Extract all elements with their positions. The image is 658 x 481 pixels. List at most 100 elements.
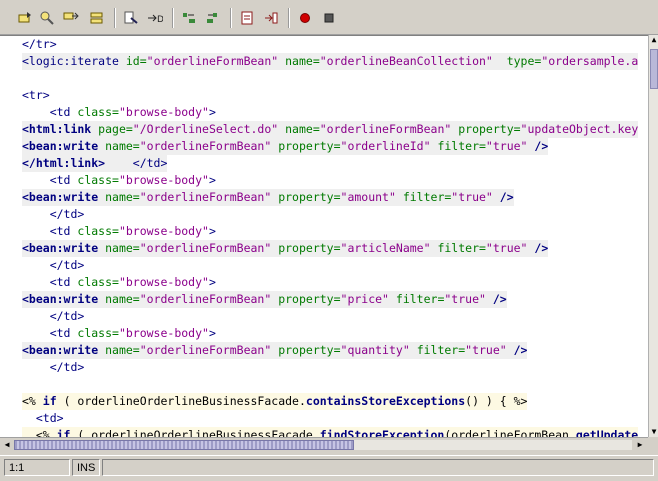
code-token: containsStoreExceptions (305, 394, 466, 408)
code-token: > (208, 105, 216, 119)
code-token: "orderlineFormBean" (139, 190, 279, 204)
code-line[interactable]: <td class="browse-body"> (22, 172, 216, 189)
code-line[interactable]: </html:link> </td> (22, 155, 168, 172)
shift-left-icon[interactable] (180, 9, 198, 27)
start-macro-icon[interactable] (238, 9, 256, 27)
code-line[interactable]: <tr> (22, 87, 50, 104)
code-token: "true" (485, 139, 535, 153)
code-token: "true" (465, 343, 514, 357)
scroll-up-icon[interactable]: ▲ (649, 35, 658, 45)
code-line[interactable]: <bean:write name="orderlineFormBean" pro… (22, 189, 514, 206)
code-line[interactable]: <bean:write name="orderlineFormBean" pro… (22, 291, 507, 308)
code-token: name= (105, 343, 140, 357)
record-icon[interactable] (296, 9, 314, 27)
vertical-scrollbar[interactable]: ▲ ▼ (648, 35, 658, 437)
code-line[interactable]: <bean:write name="orderlineFormBean" pro… (22, 342, 528, 359)
code-token: property= (278, 139, 341, 153)
code-line[interactable]: </td> (22, 257, 85, 274)
scroll-left-icon[interactable]: ◀ (1, 439, 13, 451)
code-token: </td> (22, 309, 85, 323)
code-token: "orderlineFormBean" (139, 241, 279, 255)
code-token: filter= (437, 139, 486, 153)
code-line[interactable]: <logic:iterate id="orderlineFormBean" na… (22, 53, 639, 70)
code-line[interactable]: <% if ( orderlineOrderlineBusinessFacade… (22, 393, 528, 410)
code-token: filter= (416, 343, 466, 357)
code-token: <td (22, 105, 78, 119)
code-line[interactable]: <td class="browse-body"> (22, 223, 216, 240)
code-token: "updateObject.key (520, 122, 639, 136)
code-line[interactable]: <html:link page="/OrderlineSelect.do" na… (22, 121, 639, 138)
svg-text:D: D (157, 15, 163, 25)
shift-right-icon[interactable] (204, 9, 222, 27)
scroll-down-icon[interactable]: ▼ (649, 427, 658, 437)
stop-macro-icon[interactable] (262, 9, 280, 27)
code-token: <td (22, 275, 78, 289)
code-line[interactable]: <td class="browse-body"> (22, 274, 216, 291)
code-line[interactable]: <td> (22, 410, 64, 427)
code-token: <td (22, 326, 78, 340)
code-token: <bean:write (22, 343, 106, 357)
clear-bookmarks-icon[interactable] (88, 9, 106, 27)
code-token: "articleName" (340, 241, 438, 255)
code-line[interactable]: <td class="browse-body"> (22, 325, 216, 342)
code-token: /> (492, 292, 507, 306)
code-token: "orderlineFormBean" (139, 343, 279, 357)
code-token: ( orderlineOrderlineBusinessFacade. (56, 394, 306, 408)
code-token: </html:link> (22, 156, 106, 170)
code-token: </td> (22, 360, 85, 374)
code-token: id= (125, 54, 147, 68)
code-token: > (208, 173, 216, 187)
code-token: </td> (105, 156, 168, 170)
next-bookmark-icon[interactable] (62, 9, 80, 27)
code-line[interactable]: </tr> (22, 36, 57, 53)
step-into-icon[interactable]: D (146, 9, 164, 27)
code-token: "price" (340, 292, 396, 306)
code-line[interactable]: <bean:write name="orderlineFormBean" pro… (22, 138, 549, 155)
code-token: "true" (451, 190, 500, 204)
code-token: property= (278, 292, 341, 306)
code-token: name= (105, 292, 140, 306)
find-icon[interactable] (38, 9, 56, 27)
code-token: name= (285, 54, 320, 68)
code-token: "orderlineFormBean" (319, 122, 459, 136)
vertical-scroll-thumb[interactable] (650, 49, 658, 89)
code-token: "true" (485, 241, 535, 255)
code-token: name= (105, 241, 140, 255)
code-token: "browse-body" (118, 326, 209, 340)
code-token: type= (506, 54, 542, 68)
code-line[interactable]: </td> (22, 359, 85, 376)
code-line[interactable]: <bean:write name="orderlineFormBean" pro… (22, 240, 549, 257)
code-token: "browse-body" (118, 173, 209, 187)
code-token: "/OrderlineSelect.do" (132, 122, 286, 136)
code-line[interactable]: </td> (22, 308, 85, 325)
code-line[interactable]: </td> (22, 206, 85, 223)
code-token: () ) { %> (465, 394, 528, 408)
format-icon[interactable] (122, 9, 140, 27)
code-token: class= (77, 173, 119, 187)
code-token: /> (534, 139, 549, 153)
editor-toolbar: D (0, 0, 658, 35)
code-token: "browse-body" (118, 224, 209, 238)
code-token: <html:link (22, 122, 99, 136)
bookmark-toggle-icon[interactable] (16, 9, 34, 27)
horizontal-scroll-thumb[interactable] (14, 440, 354, 450)
code-token: class= (77, 326, 119, 340)
code-token: "orderlineFormBean" (139, 292, 279, 306)
code-token: "true" (444, 292, 493, 306)
code-token: if (42, 394, 57, 408)
code-token: property= (278, 343, 341, 357)
code-token: "orderlineId" (340, 139, 438, 153)
code-token: <td> (22, 411, 64, 425)
code-token: "quantity" (340, 343, 417, 357)
horizontal-scrollbar[interactable]: ◀ ▶ (0, 437, 648, 452)
code-line[interactable]: <td class="browse-body"> (22, 104, 216, 121)
code-token: "browse-body" (118, 275, 209, 289)
scroll-right-icon[interactable]: ▶ (634, 439, 646, 451)
code-token: "orderlineFormBean" (139, 139, 279, 153)
stop-icon[interactable] (320, 9, 338, 27)
status-message (102, 459, 654, 476)
code-editor[interactable]: </tr> <logic:iterate id="orderlineFormBea… (0, 35, 648, 438)
code-token: property= (278, 190, 341, 204)
code-token: <bean:write (22, 292, 106, 306)
code-token: <td (22, 173, 78, 187)
